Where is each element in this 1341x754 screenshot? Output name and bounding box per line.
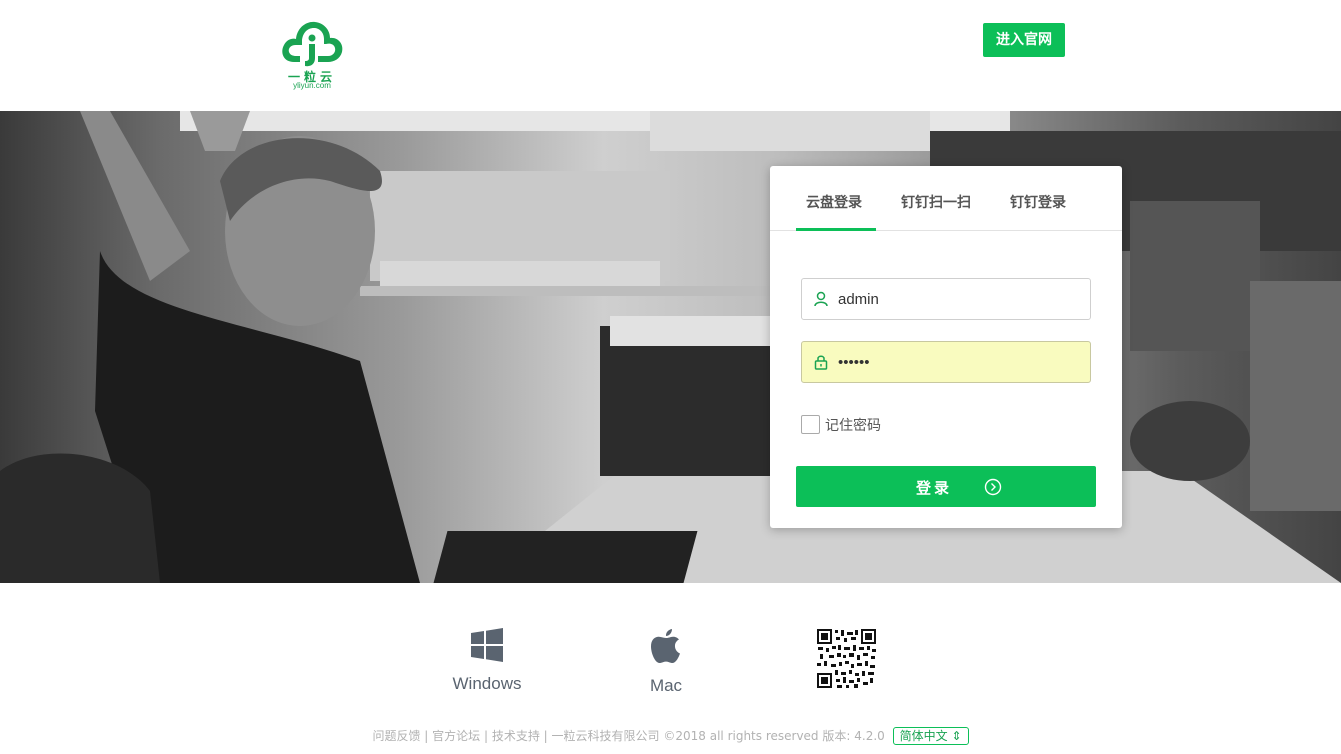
download-windows-label: Windows [452, 674, 522, 693]
windows-icon [471, 628, 503, 662]
select-arrows-icon: ⇕ [951, 729, 962, 743]
footer-version: 版本: 4.2.0 [822, 729, 885, 743]
qr-code-icon[interactable] [816, 628, 877, 689]
tab-cloud-login[interactable]: 云盘登录 [806, 192, 862, 212]
footer-link-support[interactable]: 技术支持 [492, 729, 540, 743]
login-panel: 云盘登录 钉钉扫一扫 钉钉登录 记住密码 登录 [770, 166, 1122, 528]
footer-copyright: ©2018 all rights reserved [663, 729, 819, 743]
apple-icon [651, 629, 680, 663]
footer-link-forum[interactable]: 官方论坛 [432, 729, 480, 743]
language-select[interactable]: 简体中文 ⇕ [892, 727, 969, 745]
tab-dingtalk-login[interactable]: 钉钉登录 [1010, 192, 1066, 212]
password-field [801, 341, 1091, 383]
header: 一粒云 yliyun.com 进入官网 [0, 0, 1341, 111]
logo-text-en: yliyun.com [293, 81, 331, 90]
footer-link-feedback[interactable]: 问题反馈 [372, 729, 420, 743]
username-input[interactable] [838, 279, 1083, 319]
remember-label[interactable]: 记住密码 [825, 415, 881, 435]
logo[interactable]: 一粒云 yliyun.com [278, 18, 346, 92]
login-button[interactable]: 登录 [796, 466, 1096, 507]
footer-company: 一粒云科技有限公司 [551, 729, 660, 743]
lock-icon [814, 355, 828, 370]
footer-separator: | [480, 729, 492, 743]
active-tab-indicator [796, 228, 876, 231]
hero-banner [0, 111, 1341, 583]
download-windows[interactable]: Windows [448, 628, 526, 694]
footer: 问题反馈 | 官方论坛 | 技术支持 | 一粒云科技有限公司 ©2018 all… [0, 727, 1341, 747]
arrow-circle-right-icon [984, 478, 1002, 496]
tab-dingtalk-scan[interactable]: 钉钉扫一扫 [901, 192, 971, 212]
footer-separator: | [420, 729, 433, 743]
footer-separator: | [539, 729, 552, 743]
download-mac[interactable]: Mac [632, 628, 700, 696]
user-icon [814, 291, 828, 307]
official-site-button[interactable]: 进入官网 [983, 23, 1065, 57]
remember-checkbox[interactable] [801, 415, 820, 434]
language-select-label: 简体中文 [899, 729, 948, 743]
login-button-label: 登录 [915, 479, 952, 497]
username-field [801, 278, 1091, 320]
download-mac-label: Mac [649, 676, 683, 695]
office-photo-background [0, 111, 1341, 583]
login-tabs: 云盘登录 钉钉扫一扫 钉钉登录 [770, 166, 1122, 231]
password-input[interactable] [838, 342, 1083, 382]
cloud-logo-icon [282, 21, 343, 67]
